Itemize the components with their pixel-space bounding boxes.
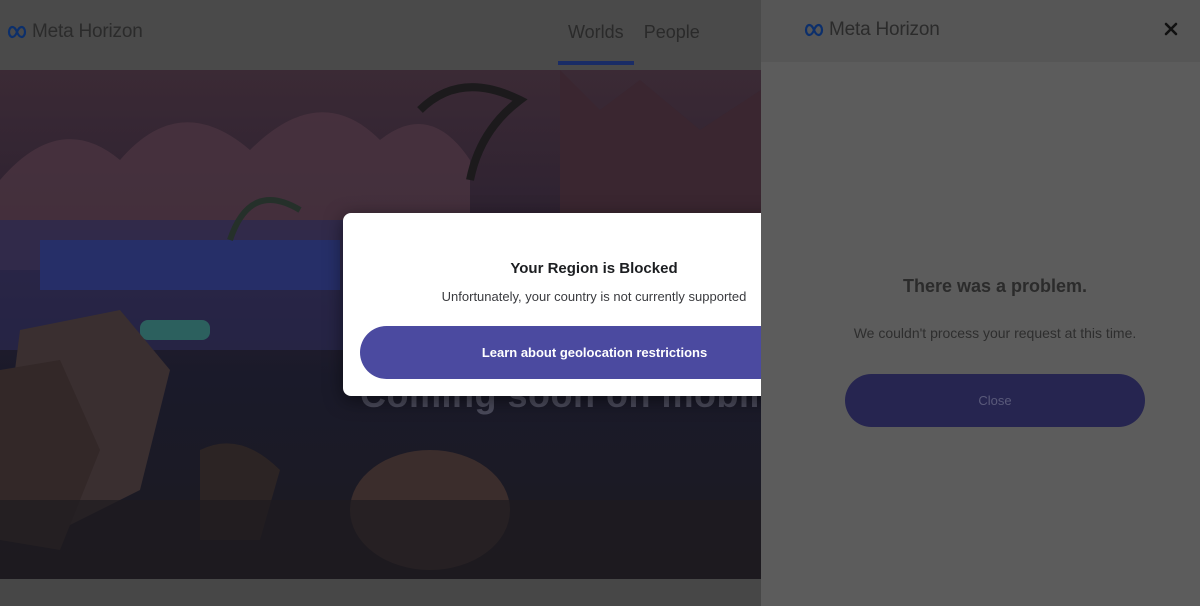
error-side-panel: Meta Horizon There was a problem. We cou… xyxy=(761,0,1200,606)
panel-header: Meta Horizon xyxy=(761,0,1200,62)
main-nav: Worlds People xyxy=(558,22,700,65)
learn-geolocation-button[interactable]: Learn about geolocation restrictions xyxy=(360,326,829,379)
panel-logo-text: Meta Horizon xyxy=(829,19,940,40)
meta-infinity-icon xyxy=(804,23,824,37)
panel-logo: Meta Horizon xyxy=(803,19,940,41)
nav-worlds[interactable]: Worlds xyxy=(558,22,634,65)
logo-text: Meta Horizon xyxy=(32,21,143,42)
panel-error-message: We couldn't process your request at this… xyxy=(853,325,1137,341)
meta-horizon-logo[interactable]: Meta Horizon xyxy=(6,21,143,43)
panel-close-action-button[interactable]: Close xyxy=(845,374,1145,427)
meta-infinity-icon xyxy=(7,25,27,39)
panel-error-title: There was a problem. xyxy=(902,276,1088,296)
panel-close-button[interactable] xyxy=(1161,19,1181,39)
page-footer-strip xyxy=(0,579,761,606)
nav-people[interactable]: People xyxy=(644,22,700,63)
close-icon xyxy=(1164,22,1178,36)
